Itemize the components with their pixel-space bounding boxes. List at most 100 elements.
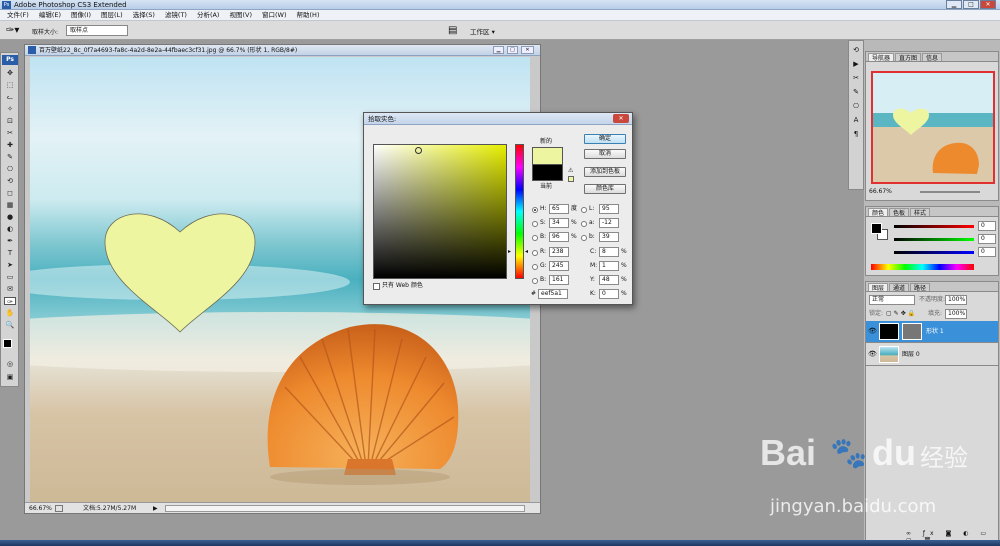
b-slider[interactable] (894, 251, 974, 254)
path-select-icon[interactable]: ➤ (4, 261, 16, 269)
color-ramp[interactable] (871, 264, 974, 270)
field-r[interactable]: 238 (549, 247, 569, 257)
hue-slider[interactable] (515, 144, 524, 279)
hex-field[interactable]: eef5a1 (538, 289, 568, 299)
stamp-icon[interactable]: ⎔ (4, 165, 16, 173)
move-icon[interactable]: ✥ (4, 69, 16, 77)
status-menu-icon[interactable] (55, 505, 63, 512)
menu-analysis[interactable]: 分析(A) (192, 10, 225, 21)
doc-maximize-button[interactable]: □ (507, 46, 518, 54)
fill-field[interactable]: 100% (945, 309, 967, 319)
r-field[interactable]: 0 (978, 221, 996, 231)
dialog-close-button[interactable]: ✕ (613, 114, 629, 123)
menu-file[interactable]: 文件(F) (2, 10, 34, 21)
palette-well-icon[interactable]: ▤ (448, 25, 457, 36)
field-g[interactable]: 245 (549, 261, 569, 271)
type-icon[interactable]: T (4, 249, 16, 257)
b-field[interactable]: 0 (978, 247, 996, 257)
menu-layer[interactable]: 图层(L) (96, 10, 128, 21)
eye-icon[interactable]: 👁 (868, 350, 877, 358)
tab-color[interactable]: 颜色 (868, 208, 889, 217)
tab-styles[interactable]: 样式 (910, 208, 931, 217)
radio-b[interactable] (532, 235, 538, 241)
gradient-icon[interactable]: ▦ (4, 201, 16, 209)
layer-row-shape1[interactable]: 👁 形状 1 (866, 321, 998, 343)
layer-name[interactable]: 形状 1 (926, 321, 944, 343)
doc-minimize-button[interactable]: ▁ (493, 46, 504, 54)
current-color-swatch[interactable] (532, 164, 563, 181)
tab-layers[interactable]: 图层 (868, 283, 889, 292)
color-field[interactable] (373, 144, 507, 279)
sample-size-select[interactable]: 取样点 (66, 25, 128, 36)
radio-g[interactable] (532, 264, 538, 270)
menu-help[interactable]: 帮助(H) (292, 10, 325, 21)
color-field-cursor[interactable] (415, 147, 422, 154)
menu-view[interactable]: 视图(V) (224, 10, 257, 21)
radio-lab-b[interactable] (581, 235, 587, 241)
color-libraries-button[interactable]: 颜色库 (584, 184, 626, 194)
radio-rgb-b[interactable] (532, 278, 538, 284)
menu-filter[interactable]: 滤镜(T) (160, 10, 192, 21)
notes-icon[interactable]: ✉ (4, 285, 16, 293)
marquee-icon[interactable]: ⬚ (4, 81, 16, 89)
field-k[interactable]: 0 (599, 289, 619, 299)
eraser-icon[interactable]: ◻ (4, 189, 16, 197)
maximize-button[interactable]: □ (963, 0, 979, 9)
radio-r[interactable] (532, 250, 538, 256)
foreground-color-swatch[interactable] (3, 339, 12, 348)
g-slider[interactable] (894, 238, 974, 241)
brush-icon[interactable]: ✎ (4, 153, 16, 161)
tab-navigator[interactable]: 导航器 (868, 53, 895, 62)
navigator-zoom[interactable]: 66.67% (869, 188, 892, 195)
navigator-preview[interactable] (871, 71, 995, 184)
menu-edit[interactable]: 编辑(E) (34, 10, 66, 21)
out-of-gamut-icon[interactable]: ⚠ (568, 167, 573, 174)
menu-image[interactable]: 图像(I) (66, 10, 96, 21)
hand-icon[interactable]: ✋ (4, 309, 16, 317)
dodge-icon[interactable]: ◐ (4, 225, 16, 233)
web-safe-cube-icon[interactable] (568, 176, 574, 182)
quick-mask-icon[interactable]: ◎ (4, 360, 16, 368)
horizontal-scrollbar[interactable] (165, 505, 525, 512)
crop-icon[interactable]: ⊡ (4, 117, 16, 125)
field-s[interactable]: 34 (549, 218, 569, 228)
lasso-icon[interactable]: ᓚ (4, 93, 16, 101)
menu-window[interactable]: 窗口(W) (257, 10, 292, 21)
minimize-button[interactable]: ▁ (946, 0, 962, 9)
ok-button[interactable]: 确定 (584, 134, 626, 144)
tab-paths[interactable]: 路径 (910, 283, 931, 292)
eye-icon[interactable]: 👁 (868, 327, 877, 335)
navigator-zoom-slider[interactable] (920, 191, 980, 193)
hue-slider-right-arrow[interactable]: ◂ (525, 248, 528, 255)
panel-fg-swatch[interactable] (871, 223, 882, 234)
radio-h[interactable] (532, 207, 538, 213)
paragraph-panel-icon[interactable]: ¶ (850, 129, 862, 139)
lock-icons[interactable]: ▢✎✥🔒 (886, 310, 917, 317)
field-b[interactable]: 96 (549, 232, 569, 242)
radio-s[interactable] (532, 221, 538, 227)
blend-mode-select[interactable]: 正常 (869, 295, 915, 305)
brushes-panel-icon[interactable]: ✎ (850, 87, 862, 97)
blur-icon[interactable]: ● (4, 213, 16, 221)
field-rgb-b[interactable]: 161 (549, 275, 569, 285)
character-panel-icon[interactable]: A (850, 115, 862, 125)
workspace-menu[interactable]: 工作区 ▾ (470, 26, 495, 36)
shape-icon[interactable]: ▭ (4, 273, 16, 281)
close-button[interactable]: ✕ (980, 0, 996, 9)
web-only-checkbox[interactable] (373, 283, 380, 290)
clone-source-icon[interactable]: ⎔ (850, 101, 862, 111)
field-h[interactable]: 65 (549, 204, 569, 214)
doc-close-button[interactable]: ✕ (521, 46, 534, 54)
hue-slider-left-arrow[interactable]: ▸ (508, 248, 511, 255)
zoom-level[interactable]: 66.67% (29, 503, 52, 514)
pen-icon[interactable]: ✒ (4, 237, 16, 245)
tab-channels[interactable]: 通道 (889, 283, 910, 292)
r-slider[interactable] (894, 225, 974, 228)
menu-select[interactable]: 选择(S) (128, 10, 160, 21)
g-field[interactable]: 0 (978, 234, 996, 244)
tab-info[interactable]: 信息 (922, 53, 943, 62)
layer-row-layer0[interactable]: 👁 图层 0 (866, 344, 998, 366)
tab-histogram[interactable]: 直方图 (895, 53, 922, 62)
history-brush-icon[interactable]: ⟲ (4, 177, 16, 185)
tab-swatches[interactable]: 色板 (889, 208, 910, 217)
